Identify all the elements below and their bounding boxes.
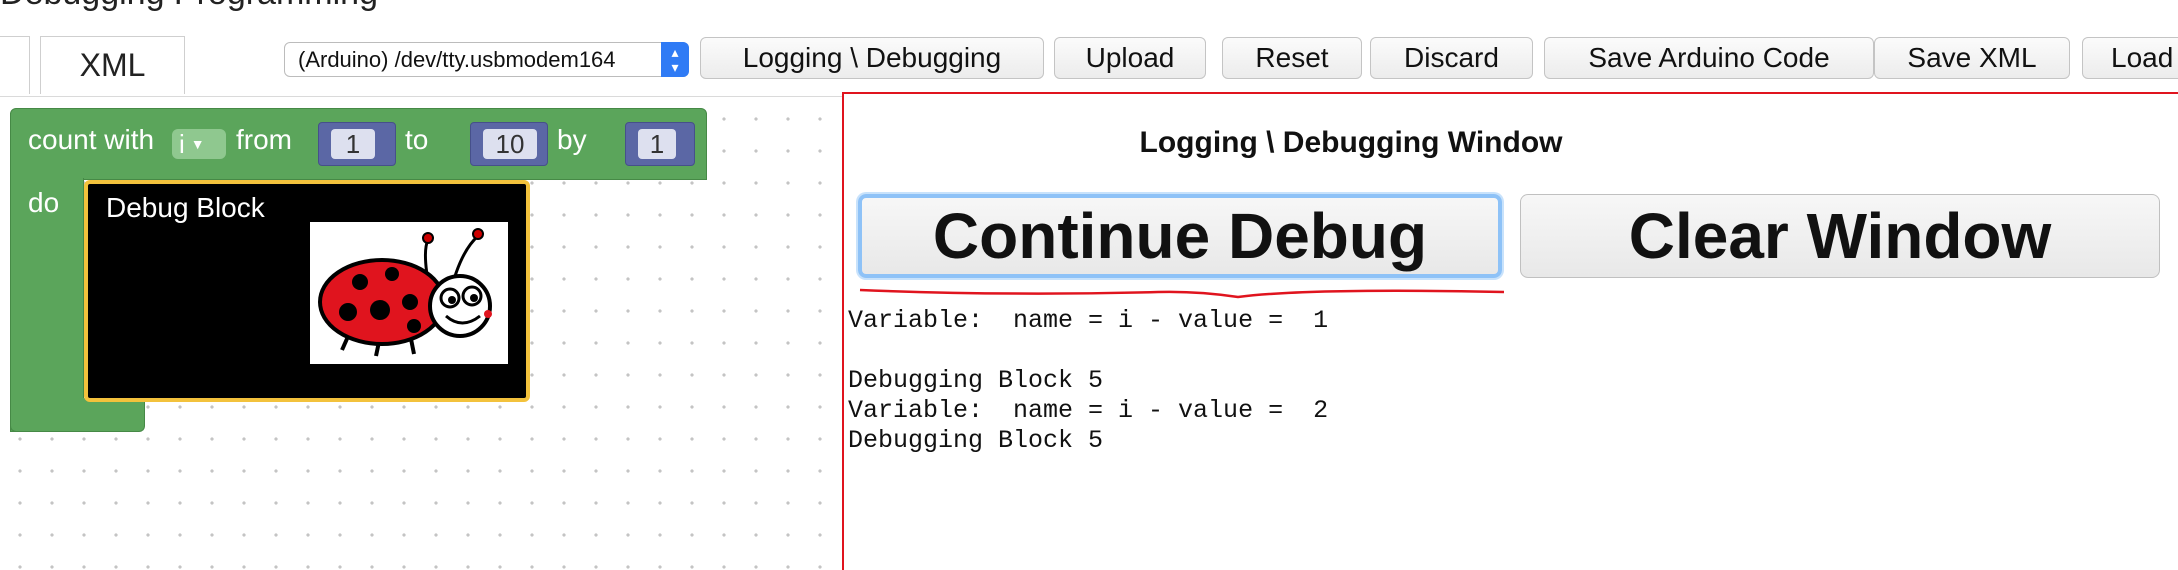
reset-button[interactable]: Reset — [1222, 37, 1362, 79]
port-select-value: (Arduino) /dev/tty.usbmodem164 — [298, 46, 616, 72]
to-number-block[interactable]: 10 — [470, 122, 548, 166]
from-number-block[interactable]: 1 — [318, 122, 396, 166]
to-label: to — [405, 124, 429, 155]
save-arduino-code-button[interactable]: Save Arduino Code — [1544, 37, 1874, 79]
from-label: from — [236, 124, 292, 155]
do-label: do — [28, 187, 60, 218]
select-arrows-icon: ▴ ▾ — [661, 42, 689, 77]
logging-window: Logging \ Debugging Window Continue Debu… — [842, 92, 2178, 570]
by-label: by — [557, 124, 587, 155]
ladybug-icon — [310, 222, 508, 364]
by-number-block[interactable]: 1 — [625, 122, 695, 166]
chevron-down-icon: ▼ — [190, 136, 205, 152]
logging-window-title-text: Logging \ Debugging Window — [1139, 126, 1563, 159]
upload-button[interactable]: Upload — [1054, 37, 1206, 79]
debug-block-title: Debug Block — [106, 192, 265, 223]
variable-name: i — [179, 128, 185, 159]
port-select[interactable]: (Arduino) /dev/tty.usbmodem164 ▴ ▾ — [284, 42, 689, 77]
debug-block[interactable]: Debug Block — [84, 180, 530, 402]
clear-window-button[interactable]: Clear Window — [1520, 194, 2160, 278]
to-number-field[interactable]: 10 — [483, 129, 537, 159]
by-number-field[interactable]: 1 — [638, 129, 676, 159]
discard-button[interactable]: Discard — [1370, 37, 1533, 79]
debug-log-output: Variable: name = i - value = 1 Debugging… — [848, 306, 1329, 455]
load-button[interactable]: Load — [2082, 37, 2178, 79]
count-with-label: count with — [28, 124, 155, 155]
save-xml-button[interactable]: Save XML — [1874, 37, 2070, 79]
logging-window-title: Logging \ Debugging Window — [844, 126, 2178, 160]
tab-previous[interactable] — [0, 36, 30, 94]
from-number-field[interactable]: 1 — [331, 129, 375, 159]
logging-debugging-button[interactable]: Logging \ Debugging — [700, 37, 1044, 79]
continue-debug-button[interactable]: Continue Debug — [858, 194, 1502, 278]
variable-dropdown[interactable]: i ▼ — [172, 129, 226, 159]
loop-block-footer — [10, 398, 145, 432]
tab-xml[interactable]: XML — [40, 36, 185, 94]
red-underline-annotation — [859, 288, 1505, 299]
